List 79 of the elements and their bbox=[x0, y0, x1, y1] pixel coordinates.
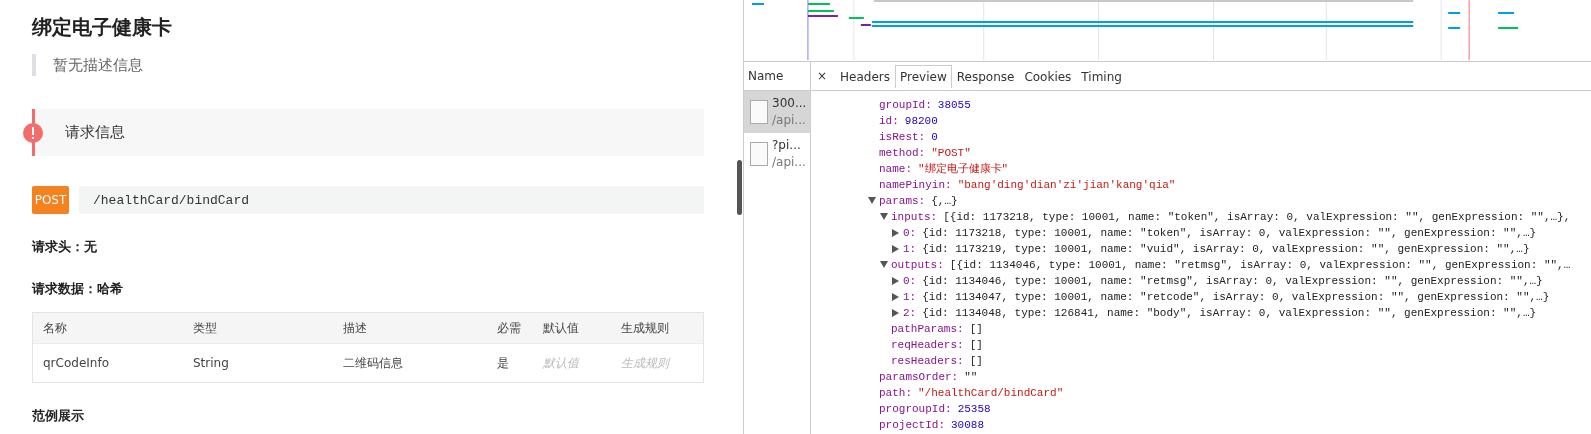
column-header: 生成规则 bbox=[621, 319, 669, 337]
column-header: 默认值 bbox=[543, 319, 579, 337]
property-key: isRest: bbox=[879, 129, 926, 145]
property-value: "POST" bbox=[931, 146, 971, 161]
request-path: /api... bbox=[772, 112, 807, 129]
request-headers-label: 请求头：无 bbox=[32, 238, 98, 256]
property-key: name: bbox=[879, 161, 912, 177]
page-title: 绑定电子健康卡 bbox=[32, 14, 173, 41]
property-value: [{id: 1134046, type: 10001, name: "retmsg", isArray: 0, valExpression: "", genExpression: "",… bbox=[949, 258, 1571, 273]
example-heading: 范例展示 bbox=[32, 407, 85, 425]
column-header: 必需 bbox=[497, 319, 521, 337]
request-data-label: 请求数据：哈希 bbox=[32, 280, 124, 298]
property-key: pathParams: bbox=[891, 321, 964, 337]
property-key: 1: bbox=[903, 241, 917, 257]
property-value: "/healthCard/bindCard" bbox=[918, 386, 1064, 401]
column-header: 名称 bbox=[43, 319, 67, 337]
placeholder-text: 默认值 bbox=[543, 354, 579, 372]
property-value: [{id: 1173218, type: 10001, name: "token", isArray: 0, valExpression: "", genExpression: "",…}, bbox=[943, 210, 1571, 225]
property-value: {id: 1134046, type: 10001, name: "retmsg", isArray: 0, valExpression: "", genExpression: "",…} bbox=[922, 274, 1543, 289]
column-header: 类型 bbox=[193, 319, 217, 337]
property-value: {id: 1173219, type: 10001, name: "vuid", isArray: 0, valExpression: "", genExpression: "",…} bbox=[922, 242, 1530, 257]
property-key: 1: bbox=[903, 289, 917, 305]
property-key: 0: bbox=[903, 273, 917, 289]
disclosure-arrow-icon[interactable] bbox=[892, 277, 899, 285]
table-cell: String bbox=[193, 356, 229, 370]
table-cell: 二维码信息 bbox=[343, 354, 403, 372]
property-key: 2: bbox=[903, 305, 917, 321]
property-key: path: bbox=[879, 385, 912, 401]
property-key: progroupId: bbox=[879, 401, 952, 417]
request-name: 300... bbox=[772, 95, 807, 112]
property-key: resHeaders: bbox=[891, 353, 964, 369]
endpoint-path: /healthCard/bindCard bbox=[79, 186, 704, 214]
property-key: paramsOrder: bbox=[879, 369, 959, 385]
property-key: id: bbox=[879, 113, 899, 129]
property-value: [] bbox=[969, 322, 983, 337]
property-value: [] bbox=[969, 354, 983, 369]
placeholder-text: 生成规则 bbox=[621, 354, 669, 372]
property-key: namePinyin: bbox=[879, 177, 952, 193]
property-value: 25358 bbox=[957, 402, 991, 417]
property-value: {id: 1134048, type: 126841, name: "body", isArray: 0, valExpression: "", genExpression: "",…} bbox=[922, 306, 1537, 321]
disclosure-arrow-icon[interactable] bbox=[892, 293, 899, 301]
disclosure-arrow-icon[interactable] bbox=[880, 261, 888, 268]
property-value: 38055 bbox=[937, 98, 971, 113]
disclosure-arrow-icon[interactable] bbox=[868, 197, 876, 204]
panel-tab[interactable]: Preview bbox=[895, 64, 952, 88]
request-path: /api... bbox=[772, 154, 806, 171]
property-value: 0 bbox=[931, 130, 938, 145]
property-value: {,…} bbox=[931, 194, 958, 209]
property-value: [] bbox=[969, 338, 983, 353]
property-value: {id: 1134047, type: 10001, name: "retcode", isArray: 0, valExpression: "", genExpression: "",…} bbox=[922, 290, 1550, 305]
request-name: ?pi... bbox=[772, 137, 802, 154]
disclosure-arrow-icon[interactable] bbox=[892, 245, 899, 253]
property-key: params: bbox=[879, 193, 926, 209]
disclosure-arrow-icon[interactable] bbox=[880, 213, 888, 220]
disclosure-arrow-icon[interactable] bbox=[892, 229, 899, 237]
property-value: "绑定电子健康卡" bbox=[918, 162, 1009, 177]
file-icon bbox=[750, 100, 768, 124]
table-cell: 是 bbox=[497, 354, 509, 372]
description-text: 暂无描述信息 bbox=[32, 54, 704, 76]
section-title: 请求信息 bbox=[65, 123, 125, 142]
property-key: 0: bbox=[903, 225, 917, 241]
request-item[interactable]: 300... /api... bbox=[744, 91, 810, 133]
property-key: projectId: bbox=[879, 417, 945, 433]
property-key: reqHeaders: bbox=[891, 337, 964, 353]
property-key: outputs: bbox=[891, 257, 944, 273]
property-key: groupId: bbox=[879, 97, 932, 113]
property-value: "bang'ding'dian'zi'jian'kang'qia" bbox=[957, 178, 1176, 193]
property-value: "" bbox=[964, 370, 978, 385]
table-cell: qrCodeInfo bbox=[43, 356, 109, 370]
property-key: inputs: bbox=[891, 209, 938, 225]
property-key: method: bbox=[879, 145, 926, 161]
property-value: 30088 bbox=[951, 418, 985, 433]
close-button[interactable]: × bbox=[817, 69, 828, 83]
property-value: {id: 1173218, type: 10001, name: "token", isArray: 0, valExpression: "", genExpression: "",…} bbox=[922, 226, 1537, 241]
property-value: 98200 bbox=[904, 114, 938, 129]
disclosure-arrow-icon[interactable] bbox=[892, 309, 899, 317]
column-header: 描述 bbox=[343, 319, 367, 337]
file-icon bbox=[750, 142, 768, 166]
method-badge: POST bbox=[32, 186, 69, 214]
